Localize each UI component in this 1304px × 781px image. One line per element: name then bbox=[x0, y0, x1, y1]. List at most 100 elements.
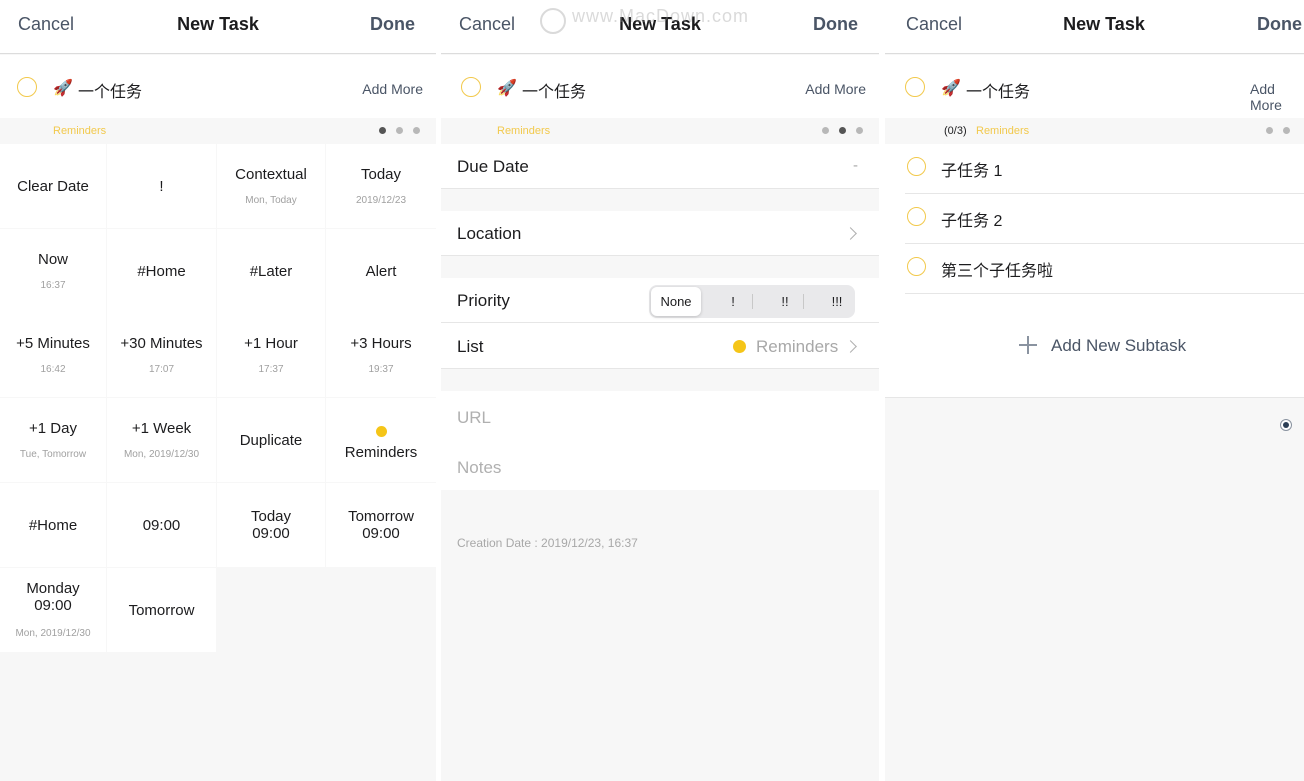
page-dot[interactable] bbox=[413, 127, 420, 134]
quick-action-label: Contextual bbox=[235, 166, 307, 183]
notes-field[interactable]: Notes bbox=[457, 458, 501, 478]
quick-action-sublabel: 17:37 bbox=[258, 364, 284, 375]
quick-action-cell[interactable]: #Home bbox=[107, 229, 216, 313]
quick-action-cell[interactable]: +5 Minutes 16:42 bbox=[0, 313, 106, 397]
task-complete-circle-icon[interactable] bbox=[905, 77, 925, 97]
quick-action-label: Tomorrow 09:00 bbox=[348, 508, 414, 542]
task-title-row[interactable]: 🚀 一个任务 Add More bbox=[441, 55, 879, 118]
add-more-button[interactable]: Add More bbox=[1250, 81, 1304, 113]
page-dot[interactable] bbox=[396, 127, 403, 134]
priority-label: Priority bbox=[457, 291, 510, 310]
quick-action-label: #Home bbox=[137, 263, 186, 280]
panel-subtasks: Cancel New Task Done 🚀 一个任务 Add More (0/… bbox=[885, 0, 1304, 781]
navigation-bar: Cancel New Task Done bbox=[0, 0, 436, 54]
quick-action-sublabel: 2019/12/23 bbox=[355, 195, 407, 206]
quick-action-label: +5 Minutes bbox=[16, 335, 90, 352]
add-more-button[interactable]: Add More bbox=[362, 81, 423, 97]
task-title[interactable]: 一个任务 bbox=[522, 78, 586, 102]
quick-action-label: #Home bbox=[28, 517, 78, 534]
page-indicator[interactable] bbox=[1266, 127, 1304, 152]
add-more-button[interactable]: Add More bbox=[805, 81, 866, 97]
subtask-complete-circle-icon[interactable] bbox=[907, 207, 926, 226]
quick-action-cell[interactable]: +1 Day Tue, Tomorrow bbox=[0, 398, 106, 482]
page-indicator[interactable] bbox=[822, 127, 873, 135]
quick-action-cell[interactable]: #Later bbox=[217, 229, 325, 313]
quick-action-cell[interactable]: Reminders bbox=[326, 398, 436, 482]
subtask-row[interactable]: 子任务 1 bbox=[905, 144, 1304, 194]
list-color-dot-icon bbox=[376, 426, 387, 437]
plus-icon[interactable] bbox=[1027, 336, 1029, 354]
quick-action-cell[interactable]: ! bbox=[107, 144, 216, 228]
task-complete-circle-icon[interactable] bbox=[17, 77, 37, 97]
done-button[interactable]: Done bbox=[1257, 14, 1302, 35]
done-button[interactable]: Done bbox=[370, 14, 415, 35]
quick-action-cell[interactable]: Today 2019/12/23 bbox=[326, 144, 436, 228]
page-dot[interactable] bbox=[839, 127, 846, 134]
quick-action-cell[interactable]: #Home bbox=[0, 483, 106, 567]
subtask-complete-circle-icon[interactable] bbox=[907, 157, 926, 176]
list-strip: (0/3) Reminders bbox=[885, 118, 1304, 152]
subtask-title[interactable]: 第三个子任务啦 bbox=[941, 257, 1053, 281]
priority-option-high[interactable]: !!! bbox=[812, 287, 862, 316]
quick-action-sublabel: Mon, 2019/12/30 bbox=[123, 449, 200, 460]
quick-action-sublabel: Mon, 2019/12/30 bbox=[15, 628, 91, 639]
priority-segmented-control[interactable]: None ! !! !!! bbox=[649, 285, 855, 318]
quick-action-cell[interactable]: Now 16:37 bbox=[0, 229, 106, 313]
page-dot[interactable] bbox=[1283, 127, 1290, 134]
subtask-row[interactable]: 第三个子任务啦 bbox=[905, 244, 1304, 294]
page-dot[interactable] bbox=[856, 127, 863, 134]
task-title[interactable]: 一个任务 bbox=[78, 78, 142, 102]
quick-action-sublabel: 17:07 bbox=[148, 364, 175, 375]
priority-option-low[interactable]: ! bbox=[708, 287, 758, 316]
task-title-row[interactable]: 🚀 一个任务 Add More bbox=[885, 55, 1304, 118]
navigation-bar: Cancel New Task Done bbox=[441, 0, 879, 54]
due-date-row[interactable]: Due Date - bbox=[441, 144, 879, 189]
quick-action-cell[interactable]: Clear Date bbox=[0, 144, 106, 228]
quick-action-cell[interactable]: +1 Hour 17:37 bbox=[217, 313, 325, 397]
quick-action-cell[interactable]: 09:00 bbox=[107, 483, 216, 567]
list-name-label: Reminders bbox=[53, 125, 107, 137]
task-complete-circle-icon[interactable] bbox=[461, 77, 481, 97]
subtask-complete-circle-icon[interactable] bbox=[907, 257, 926, 276]
radio-indicator-icon[interactable] bbox=[1280, 419, 1292, 431]
url-field[interactable]: URL bbox=[457, 408, 491, 428]
quick-action-cell[interactable]: Today 09:00 bbox=[217, 483, 325, 567]
quick-action-cell[interactable]: +3 Hours 19:37 bbox=[326, 313, 436, 397]
priority-row: Priority None ! !! !!! bbox=[441, 278, 879, 323]
list-row[interactable]: List Reminders bbox=[441, 323, 879, 369]
quick-action-label: +3 Hours bbox=[350, 335, 412, 352]
priority-option-none[interactable]: None bbox=[651, 287, 701, 316]
quick-action-label: +1 Day bbox=[29, 420, 77, 437]
quick-action-cell[interactable]: Tomorrow bbox=[107, 568, 216, 652]
task-title[interactable]: 一个任务 bbox=[966, 78, 1030, 102]
add-new-subtask-button[interactable]: Add New Subtask bbox=[1051, 336, 1186, 356]
quick-action-cell[interactable]: Contextual Mon, Today bbox=[217, 144, 325, 228]
due-date-value: - bbox=[853, 157, 858, 174]
quick-action-cell[interactable]: +30 Minutes 17:07 bbox=[107, 313, 216, 397]
quick-action-cell[interactable]: +1 Week Mon, 2019/12/30 bbox=[107, 398, 216, 482]
subtask-title[interactable]: 子任务 2 bbox=[941, 207, 1002, 231]
quick-action-cell[interactable]: Alert bbox=[326, 229, 436, 313]
creation-date-text: Creation Date : 2019/12/23, 16:37 bbox=[457, 536, 638, 550]
quick-action-label: Monday 09:00 bbox=[26, 580, 80, 614]
page-dot[interactable] bbox=[1266, 127, 1273, 134]
quick-action-label: ! bbox=[159, 178, 164, 195]
quick-action-label: #Later bbox=[249, 263, 293, 280]
page-dot[interactable] bbox=[822, 127, 829, 134]
done-button[interactable]: Done bbox=[813, 14, 858, 35]
quick-action-label: Duplicate bbox=[239, 432, 303, 449]
subtask-count: (0/3) bbox=[944, 125, 967, 137]
quick-action-sublabel: 16:42 bbox=[40, 364, 66, 375]
quick-action-cell[interactable]: Duplicate bbox=[217, 398, 325, 482]
quick-action-cell[interactable]: Monday 09:00 Mon, 2019/12/30 bbox=[0, 568, 106, 652]
page-dot[interactable] bbox=[379, 127, 386, 134]
location-row[interactable]: Location bbox=[441, 211, 879, 256]
quick-action-cell[interactable]: Tomorrow 09:00 bbox=[326, 483, 436, 567]
subtask-title[interactable]: 子任务 1 bbox=[941, 157, 1002, 181]
list-value: Reminders bbox=[756, 337, 839, 356]
subtask-row[interactable]: 子任务 2 bbox=[905, 194, 1304, 244]
location-label: Location bbox=[457, 224, 522, 243]
page-indicator[interactable] bbox=[379, 127, 430, 135]
quick-action-sublabel: 19:37 bbox=[368, 364, 394, 375]
task-title-row[interactable]: 🚀 一个任务 Add More bbox=[0, 55, 436, 118]
